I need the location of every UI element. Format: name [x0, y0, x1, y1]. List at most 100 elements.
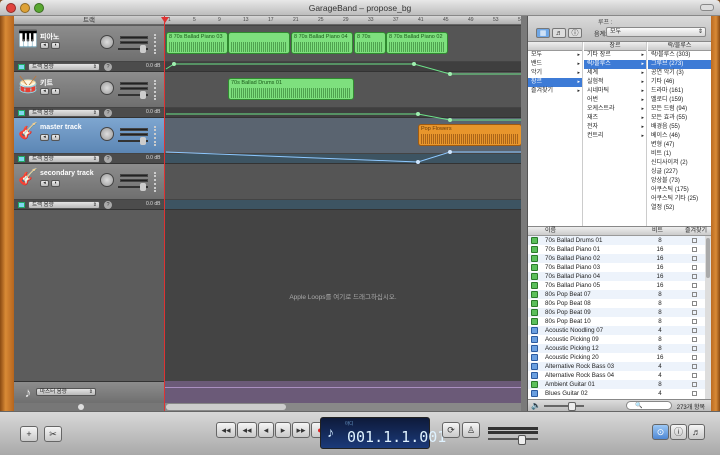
track-editor-button[interactable]: ✂ — [44, 426, 62, 442]
browser-item[interactable]: 즐겨찾기 — [528, 87, 582, 96]
master-track-header[interactable]: ♪ 마스터 음량 — [14, 381, 164, 403]
pan-knob[interactable] — [100, 81, 114, 95]
browser-item[interactable]: 앙상블 (73) — [648, 177, 711, 186]
browser-item[interactable]: 밴드 — [528, 60, 582, 69]
timeline[interactable]: 159131721252933374145495357 8 70s Ballad… — [146, 16, 524, 411]
track-name[interactable]: master track — [40, 124, 82, 131]
loop-row[interactable]: 70s Ballad Piano 03 16 — [528, 263, 705, 272]
timeline-scrollbar[interactable] — [164, 403, 522, 411]
loop-row[interactable]: Blues Guitar 02 4 — [528, 389, 705, 398]
loop-row[interactable]: 80s Pop Beat 08 8 — [528, 299, 705, 308]
pan-knob[interactable] — [100, 127, 114, 141]
favorite-checkbox[interactable] — [692, 382, 697, 387]
loop-row[interactable]: Ambient Guitar 01 8 — [528, 380, 705, 389]
solo-button[interactable]: ◖ — [51, 42, 60, 49]
automation-select[interactable]: 트랙 음량 — [28, 155, 100, 163]
master-automation-select[interactable]: 마스터 음량 — [36, 388, 96, 396]
browser-item[interactable]: 멜로디 (159) — [648, 96, 711, 105]
favorite-checkbox[interactable] — [692, 373, 697, 378]
track-grip[interactable] — [154, 172, 160, 192]
favorite-checkbox[interactable] — [692, 292, 697, 297]
preview-volume-slider[interactable] — [544, 402, 584, 411]
favorite-checkbox[interactable] — [692, 391, 697, 396]
master-lane[interactable] — [164, 381, 522, 403]
playhead[interactable] — [161, 16, 169, 411]
track-header-secondary[interactable]: 🎸 secondary track ◂ ◖ — [14, 164, 164, 200]
fav-column-header[interactable]: 즐겨찾기 — [685, 227, 707, 236]
loop-row[interactable]: Acoustic Picking 20 16 — [528, 353, 705, 362]
loop-browser-button[interactable]: ⊙ — [652, 424, 669, 440]
browser-item[interactable]: 모두 — [528, 51, 582, 60]
loop-row[interactable]: 80s Pop Beat 09 8 — [528, 308, 705, 317]
browser-item[interactable]: 락/블루스 — [584, 60, 646, 69]
loop-row[interactable]: 70s Ballad Piano 05 16 — [528, 281, 705, 290]
zoom-button[interactable] — [34, 3, 44, 13]
help-icon[interactable]: ? — [104, 201, 112, 209]
volume-slider[interactable] — [118, 183, 148, 191]
browser-item[interactable]: 드라마 (161) — [648, 87, 711, 96]
loop-row[interactable]: 70s Ballad Drums 01 8 — [528, 236, 705, 245]
mute-button[interactable]: ◂ — [40, 88, 49, 95]
scale-select[interactable]: 모두 — [606, 27, 706, 37]
automation-checkbox[interactable] — [18, 110, 25, 116]
browser-item[interactable]: 어번 — [584, 96, 646, 105]
column-view-button[interactable]: ▦ — [536, 28, 550, 38]
track-header-master[interactable]: 🎸 master track ◂ ◖ — [14, 118, 164, 154]
loop-row[interactable]: Acoustic Noodling 07 4 — [528, 326, 705, 335]
search-input[interactable]: 🔍 — [626, 401, 672, 410]
automation-select[interactable]: 트랙 음량 — [28, 201, 100, 209]
browser-item[interactable]: 기타 장르 — [584, 51, 646, 60]
track-header-piano[interactable]: 🎹 피아노 ◂ ◖ — [14, 26, 164, 62]
browser-item[interactable]: 공연 악기 (3) — [648, 69, 711, 78]
play-button[interactable]: ▸ — [275, 422, 291, 438]
volume-curves[interactable] — [164, 16, 522, 216]
favorite-checkbox[interactable] — [692, 238, 697, 243]
go-to-beginning-button[interactable]: ◂◂ — [216, 422, 236, 438]
loop-row[interactable]: 70s Ballad Piano 02 16 — [528, 254, 705, 263]
browser-item[interactable]: 신디사이저 (2) — [648, 159, 711, 168]
loop-row[interactable]: 70s Ballad Piano 04 16 — [528, 272, 705, 281]
favorite-checkbox[interactable] — [692, 247, 697, 252]
media-browser-button[interactable]: ♬ — [688, 424, 705, 440]
favorite-checkbox[interactable] — [692, 328, 697, 333]
browser-item[interactable]: 락/블루스 (303) — [648, 51, 711, 60]
volume-slider[interactable] — [118, 137, 148, 145]
favorite-checkbox[interactable] — [692, 301, 697, 306]
loop-row[interactable]: 80s Pop Beat 07 8 — [528, 290, 705, 299]
info-button[interactable]: ⓘ — [670, 424, 687, 440]
browser-item[interactable]: 장르 — [528, 78, 582, 87]
browser-item[interactable]: 배경음 (55) — [648, 123, 711, 132]
help-icon[interactable]: ? — [104, 155, 112, 163]
cycle-button[interactable]: ⟳ — [442, 422, 460, 438]
favorite-checkbox[interactable] — [692, 283, 697, 288]
podcast-view-button[interactable]: ♬ — [552, 28, 566, 38]
favorite-checkbox[interactable] — [692, 310, 697, 315]
favorite-checkbox[interactable] — [692, 364, 697, 369]
pan-knob[interactable] — [100, 35, 114, 49]
track-zoom-slider[interactable] — [14, 403, 164, 411]
volume-slider[interactable] — [118, 45, 148, 53]
loop-row[interactable]: 80s Pop Beat 10 8 — [528, 317, 705, 326]
preset-label[interactable]: 루프 : — [598, 17, 612, 26]
browser-item[interactable]: 전자 — [584, 123, 646, 132]
add-track-button[interactable]: + — [20, 426, 38, 442]
loop-row[interactable]: 70s Ballad Piano 01 16 — [528, 245, 705, 254]
automation-checkbox[interactable] — [18, 156, 25, 162]
lcd-display[interactable]: ♪ 마디 001.1.1.001 — [320, 417, 446, 449]
fast-forward-button[interactable]: ▸▸ — [292, 422, 310, 438]
loop-row[interactable]: Alternative Rock Bass 04 4 — [528, 371, 705, 380]
browser-item[interactable]: 모든 드럼 (94) — [648, 105, 711, 114]
automation-select[interactable]: 트랙 음량 — [28, 109, 100, 117]
automation-checkbox[interactable] — [18, 202, 25, 208]
browser-item[interactable]: 그루브 (273) — [648, 60, 711, 69]
browser-item[interactable]: 베이스 (46) — [648, 132, 711, 141]
browser-item[interactable]: 어쿠스틱 (175) — [648, 186, 711, 195]
toolbar-toggle-button[interactable] — [700, 4, 714, 11]
help-icon[interactable]: ? — [104, 109, 112, 117]
browser-item[interactable]: 오케스트라 — [584, 105, 646, 114]
loop-row[interactable]: Acoustic Picking 09 8 — [528, 335, 705, 344]
loop-row[interactable]: Alternative Rock Bass 03 4 — [528, 362, 705, 371]
favorite-checkbox[interactable] — [692, 256, 697, 261]
track-name[interactable]: 키트 — [40, 78, 53, 88]
favorite-checkbox[interactable] — [692, 355, 697, 360]
